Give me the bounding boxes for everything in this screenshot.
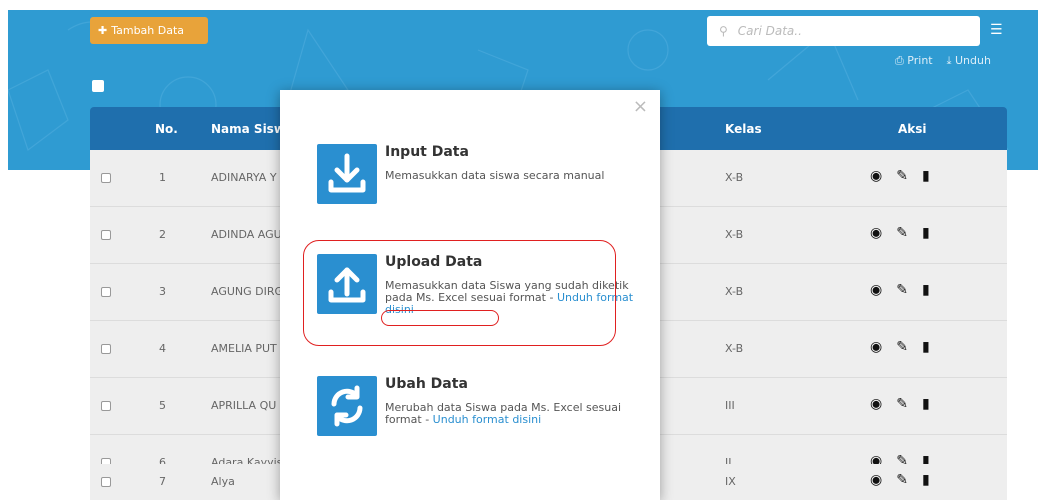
filter-icon[interactable]: ☰ <box>990 22 1006 38</box>
download-icon <box>317 144 377 204</box>
delete-icon[interactable]: ▮ <box>922 472 930 488</box>
delete-icon[interactable]: ▮ <box>922 282 930 298</box>
row-name: ADINARYA Y <box>211 171 277 184</box>
row-class: X-B <box>725 285 744 298</box>
option-input-data[interactable]: Input Data Memasukkan data siswa secara … <box>317 144 637 206</box>
option-description: Memasukkan data siswa secara manual <box>385 169 605 182</box>
view-icon[interactable]: ◉ <box>870 282 882 298</box>
download-link[interactable]: ⤓ Unduh <box>947 54 991 68</box>
view-icon[interactable]: ◉ <box>870 339 882 355</box>
row-name: AGUNG DIRG <box>211 285 281 298</box>
row-name: ADINDA AGU <box>211 228 281 241</box>
download-format-link[interactable]: Unduh format disini <box>433 413 542 426</box>
row-actions: ◉ ✎ ▮ <box>870 282 930 298</box>
column-aksi: Aksi <box>898 122 927 136</box>
row-checkbox[interactable] <box>101 173 111 183</box>
row-class: X-B <box>725 171 744 184</box>
delete-icon[interactable]: ▮ <box>922 225 930 241</box>
row-actions: ◉ ✎ ▮ <box>870 339 930 355</box>
column-kelas: Kelas <box>725 122 762 136</box>
row-checkbox[interactable] <box>101 344 111 354</box>
edit-icon[interactable]: ✎ <box>896 396 908 412</box>
option-description: Merubah data Siswa pada Ms. Excel sesuai… <box>385 401 622 426</box>
row-number: 7 <box>159 475 166 488</box>
row-number: 3 <box>159 285 166 298</box>
row-actions: ◉ ✎ ▮ <box>870 472 930 488</box>
edit-icon[interactable]: ✎ <box>896 168 908 184</box>
export-links: ⎙ Print ⤓ Unduh <box>895 54 991 68</box>
edit-icon[interactable]: ✎ <box>896 472 908 488</box>
row-actions: ◉ ✎ ▮ <box>870 396 930 412</box>
annotation-highlight-upload <box>303 240 616 346</box>
print-link[interactable]: ⎙ Print <box>895 54 933 68</box>
column-no: No. <box>155 122 178 136</box>
row-checkbox[interactable] <box>101 401 111 411</box>
row-checkbox[interactable] <box>101 477 111 487</box>
edit-icon[interactable]: ✎ <box>896 339 908 355</box>
row-class: IX <box>725 475 736 488</box>
search-icon: ⚲ <box>719 24 728 38</box>
search-placeholder: Cari Data.. <box>737 24 802 38</box>
row-checkbox[interactable] <box>101 230 111 240</box>
row-actions: ◉ ✎ ▮ <box>870 168 930 184</box>
row-name: APRILLA QU <box>211 399 277 412</box>
view-icon[interactable]: ◉ <box>870 396 882 412</box>
delete-icon[interactable]: ▮ <box>922 339 930 355</box>
delete-icon[interactable]: ▮ <box>922 396 930 412</box>
add-data-button[interactable]: ✚ Tambah Data <box>90 17 208 44</box>
row-number: 5 <box>159 399 166 412</box>
row-class: X-B <box>725 228 744 241</box>
select-all-checkbox[interactable] <box>92 80 104 92</box>
search-input[interactable]: ⚲ Cari Data.. <box>707 16 980 46</box>
sync-icon <box>317 376 377 436</box>
row-actions: ◉ ✎ ▮ <box>870 225 930 241</box>
option-title: Ubah Data <box>385 376 468 392</box>
row-name: AMELIA PUT <box>211 342 277 355</box>
download-icon: ⤓ <box>946 54 955 67</box>
close-icon[interactable]: × <box>633 96 648 117</box>
view-icon[interactable]: ◉ <box>870 168 882 184</box>
add-user-icon: ✚ <box>98 24 108 37</box>
row-number: 2 <box>159 228 166 241</box>
view-icon[interactable]: ◉ <box>870 472 882 488</box>
row-checkbox[interactable] <box>101 287 111 297</box>
delete-icon[interactable]: ▮ <box>922 168 930 184</box>
option-title: Input Data <box>385 144 469 160</box>
annotation-highlight-link <box>381 310 499 326</box>
row-number: 4 <box>159 342 166 355</box>
row-class: X-B <box>725 342 744 355</box>
row-class: III <box>725 399 735 412</box>
row-name: Alya <box>211 475 235 488</box>
add-data-label: Tambah Data <box>111 24 185 37</box>
option-ubah-data[interactable]: Ubah Data Merubah data Siswa pada Ms. Ex… <box>317 376 637 438</box>
row-number: 1 <box>159 171 166 184</box>
view-icon[interactable]: ◉ <box>870 225 882 241</box>
edit-icon[interactable]: ✎ <box>896 282 908 298</box>
edit-icon[interactable]: ✎ <box>896 225 908 241</box>
print-icon: ⎙ <box>895 54 908 67</box>
